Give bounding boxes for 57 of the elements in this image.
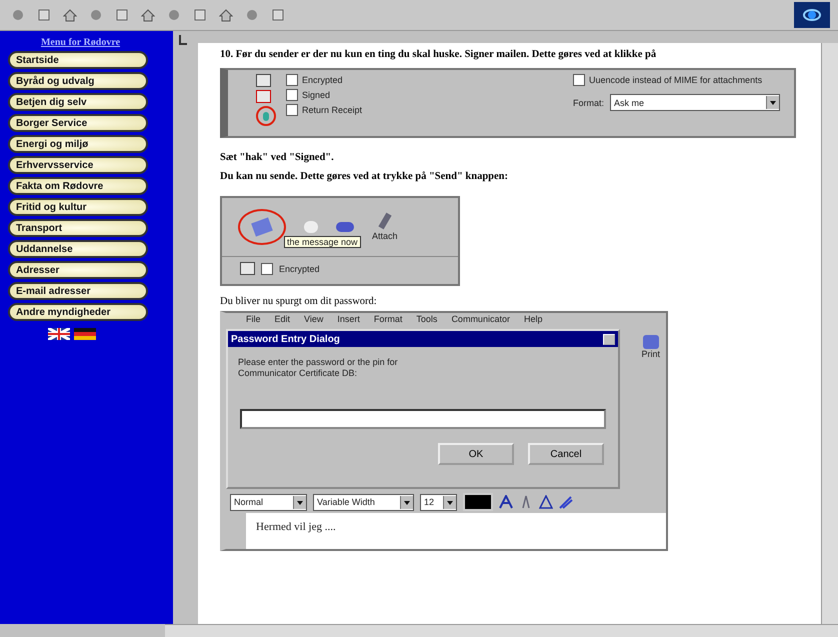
menu-item[interactable]: Erhvervsservice <box>8 156 148 174</box>
attach-label: Attach <box>372 231 398 241</box>
menu-item[interactable]: Adresser <box>8 261 148 279</box>
checkbox-option[interactable]: Encrypted <box>286 74 362 86</box>
close-button[interactable] <box>603 334 615 344</box>
menu-item[interactable]: File <box>246 314 261 324</box>
color-picker[interactable] <box>463 493 493 511</box>
menu-item[interactable]: Tools <box>416 314 438 324</box>
vertical-scrollbar[interactable] <box>821 43 838 624</box>
horizontal-scrollbar[interactable] <box>165 624 838 637</box>
menu-item[interactable]: Fakta om Rødovre <box>8 177 148 195</box>
menu-item[interactable]: Edit <box>274 314 290 324</box>
menu-item[interactable]: Energi og miljø <box>8 135 148 153</box>
menu-item[interactable]: Help <box>524 314 542 324</box>
menu-item[interactable]: E-mail adresser <box>8 282 148 300</box>
menu-item[interactable]: Transport <box>8 219 148 237</box>
instruction-text: Du kan nu sende. Dette gøres ved at trykke på "Send" knappen: <box>220 171 510 182</box>
dialog-message: Please enter the password or the pin for <box>238 357 399 368</box>
checkbox[interactable] <box>261 262 273 274</box>
checkbox-option[interactable]: Return Receipt <box>286 104 362 116</box>
menu-item[interactable]: Andre myndigheder <box>8 303 148 321</box>
size-dropdown[interactable]: 12 <box>420 494 457 510</box>
dialog-message: Communicator Certificate DB: <box>238 368 358 379</box>
checkbox-option[interactable]: Uuencode instead of MIME for attachments <box>572 74 780 86</box>
frame-marker-icon <box>179 35 187 45</box>
checkbox-option[interactable]: Signed <box>286 89 362 101</box>
menu-item[interactable]: Betjen dig selv <box>8 93 148 111</box>
pen-icon[interactable] <box>559 495 573 509</box>
dialog-title: Password Entry Dialog <box>231 334 340 344</box>
menu-item[interactable]: Insert <box>337 314 360 324</box>
menu-item[interactable]: Uddannelse <box>8 240 148 258</box>
menu-item[interactable]: Borger Service <box>8 114 148 132</box>
german-flag-icon[interactable] <box>74 328 96 340</box>
tooltip: the message now <box>284 236 361 248</box>
menu-item[interactable]: Communicator <box>451 314 510 324</box>
password-field[interactable] <box>240 409 606 429</box>
browser-logo-icon <box>794 2 830 28</box>
format-label: Format: <box>572 98 604 108</box>
sidebar-title[interactable]: Menu for Rødovre <box>40 37 120 48</box>
cancel-button[interactable]: Cancel <box>528 443 604 465</box>
menu-item[interactable]: View <box>304 314 324 324</box>
send-icon <box>238 209 286 245</box>
menu-item[interactable]: Fritid og kultur <box>8 198 148 216</box>
password-text: Du bliver nu spurgt om dit password: <box>220 296 378 307</box>
ok-button[interactable]: OK <box>438 443 514 465</box>
format-dropdown[interactable]: Ask me <box>610 94 780 111</box>
menu-item[interactable]: Startside <box>8 51 148 69</box>
menu-item[interactable]: Byråd og udvalg <box>8 72 148 90</box>
instruction-text: Sæt "hak" ved "Signed". <box>220 152 335 163</box>
message-body[interactable]: Hermed vil jeg .... <box>246 513 666 549</box>
step-text: 10. Før du sender er der nu kun en ting du skal huske. Signer mailen. Dette gøres ved at klikke på <box>220 49 658 60</box>
font-dropdown[interactable]: Variable Width <box>313 494 414 510</box>
style-dropdown[interactable]: Normal <box>230 494 307 510</box>
uk-flag-icon[interactable] <box>48 328 70 340</box>
print-label: Print <box>641 349 660 359</box>
encrypted-label: Encrypted <box>279 264 320 274</box>
menu-item[interactable]: Format <box>374 314 402 324</box>
